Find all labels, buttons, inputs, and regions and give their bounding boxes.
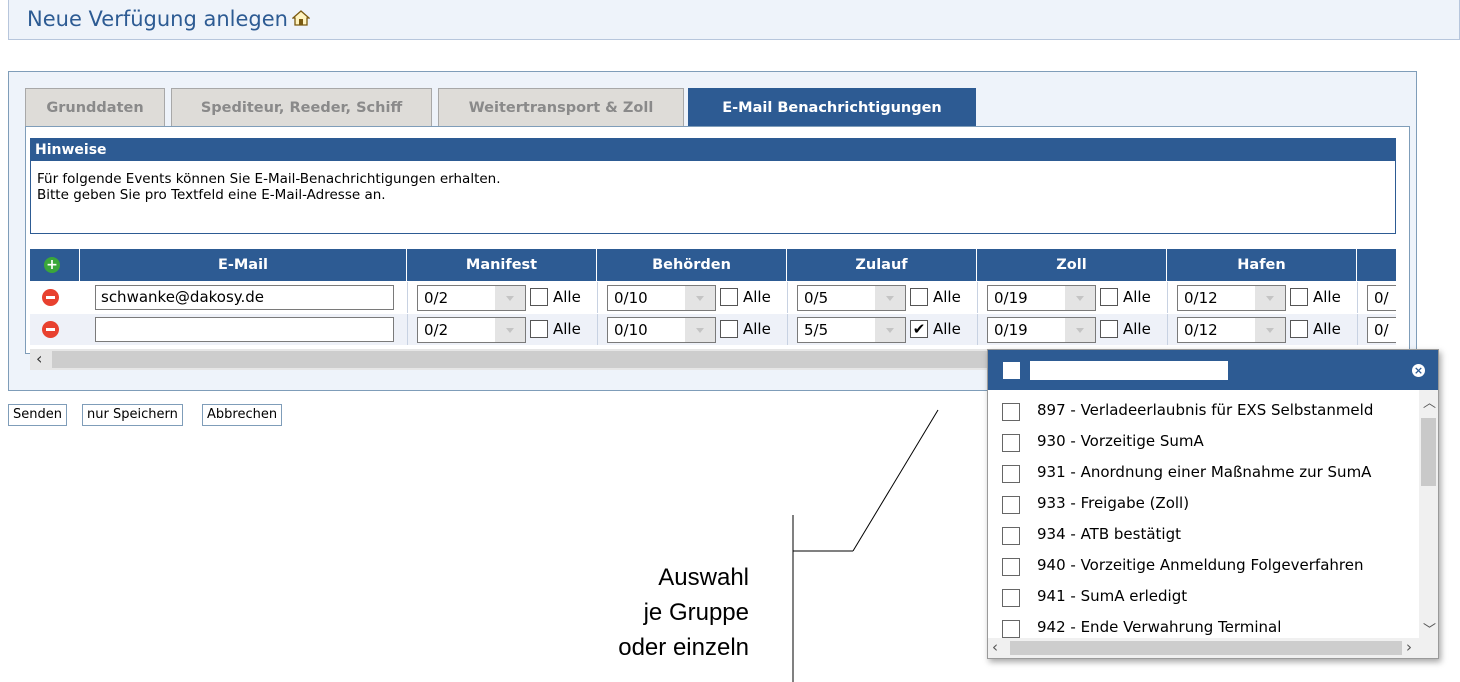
item-checkbox[interactable]: [1002, 527, 1020, 545]
item-checkbox[interactable]: [1002, 465, 1020, 483]
chevron-right-icon[interactable]: ›: [1406, 638, 1412, 656]
chevron-up-icon[interactable]: ︿: [1423, 392, 1436, 411]
item-checkbox[interactable]: [1002, 620, 1020, 638]
item-checkbox[interactable]: [1002, 496, 1020, 514]
scrollbar-thumb[interactable]: [1010, 641, 1402, 655]
item-label: 930 - Vorzeitige SumA: [1037, 432, 1204, 450]
event-list: 897 - Verladeerlaubnis für EXS Selbstanm…: [988, 398, 1418, 638]
item-label: 931 - Anordnung einer Maßnahme zur SumA: [1037, 463, 1372, 481]
event-select-popup: × 897 - Verladeerlaubnis für EXS Selbsta…: [987, 349, 1439, 659]
select-all-checkbox[interactable]: [1003, 362, 1020, 379]
item-label: 934 - ATB bestätigt: [1037, 525, 1181, 543]
list-item[interactable]: 933 - Freigabe (Zoll): [988, 491, 1418, 522]
list-item[interactable]: 940 - Vorzeitige Anmeldung Folgeverfahre…: [988, 553, 1418, 584]
item-label: 940 - Vorzeitige Anmeldung Folgeverfahre…: [1037, 556, 1364, 574]
list-item[interactable]: 930 - Vorzeitige SumA: [988, 429, 1418, 460]
annotation-line: Auswahl: [658, 564, 749, 591]
item-checkbox[interactable]: [1002, 589, 1020, 607]
list-item[interactable]: 941 - SumA erledigt: [988, 584, 1418, 615]
item-checkbox[interactable]: [1002, 434, 1020, 452]
annotation-line: oder einzeln: [618, 634, 749, 661]
item-label: 933 - Freigabe (Zoll): [1037, 494, 1190, 512]
chevron-left-icon[interactable]: ‹: [992, 638, 998, 656]
item-checkbox[interactable]: [1002, 403, 1020, 421]
chevron-down-icon[interactable]: ﹀: [1423, 619, 1436, 638]
annotation-text: Auswahl je Gruppe oder einzeln: [618, 560, 749, 665]
item-label: 941 - SumA erledigt: [1037, 587, 1188, 605]
item-checkbox[interactable]: [1002, 558, 1020, 576]
list-item[interactable]: 931 - Anordnung einer Maßnahme zur SumA: [988, 460, 1418, 491]
popup-horizontal-scrollbar[interactable]: ‹ ›: [988, 638, 1438, 658]
item-label: 897 - Verladeerlaubnis für EXS Selbstanm…: [1037, 401, 1374, 419]
popup-header: ×: [988, 350, 1438, 390]
popup-filter-input[interactable]: [1030, 361, 1228, 380]
list-item[interactable]: 942 - Ende Verwahrung Terminal: [988, 615, 1418, 638]
annotation-line: je Gruppe: [643, 599, 749, 626]
close-icon[interactable]: ×: [1412, 364, 1425, 377]
popup-vertical-scrollbar[interactable]: ︿ ﹀: [1419, 390, 1438, 638]
list-item[interactable]: 934 - ATB bestätigt: [988, 522, 1418, 553]
list-item[interactable]: 897 - Verladeerlaubnis für EXS Selbstanm…: [988, 398, 1418, 429]
item-label: 942 - Ende Verwahrung Terminal: [1037, 618, 1282, 636]
scrollbar-thumb[interactable]: [1421, 418, 1436, 486]
